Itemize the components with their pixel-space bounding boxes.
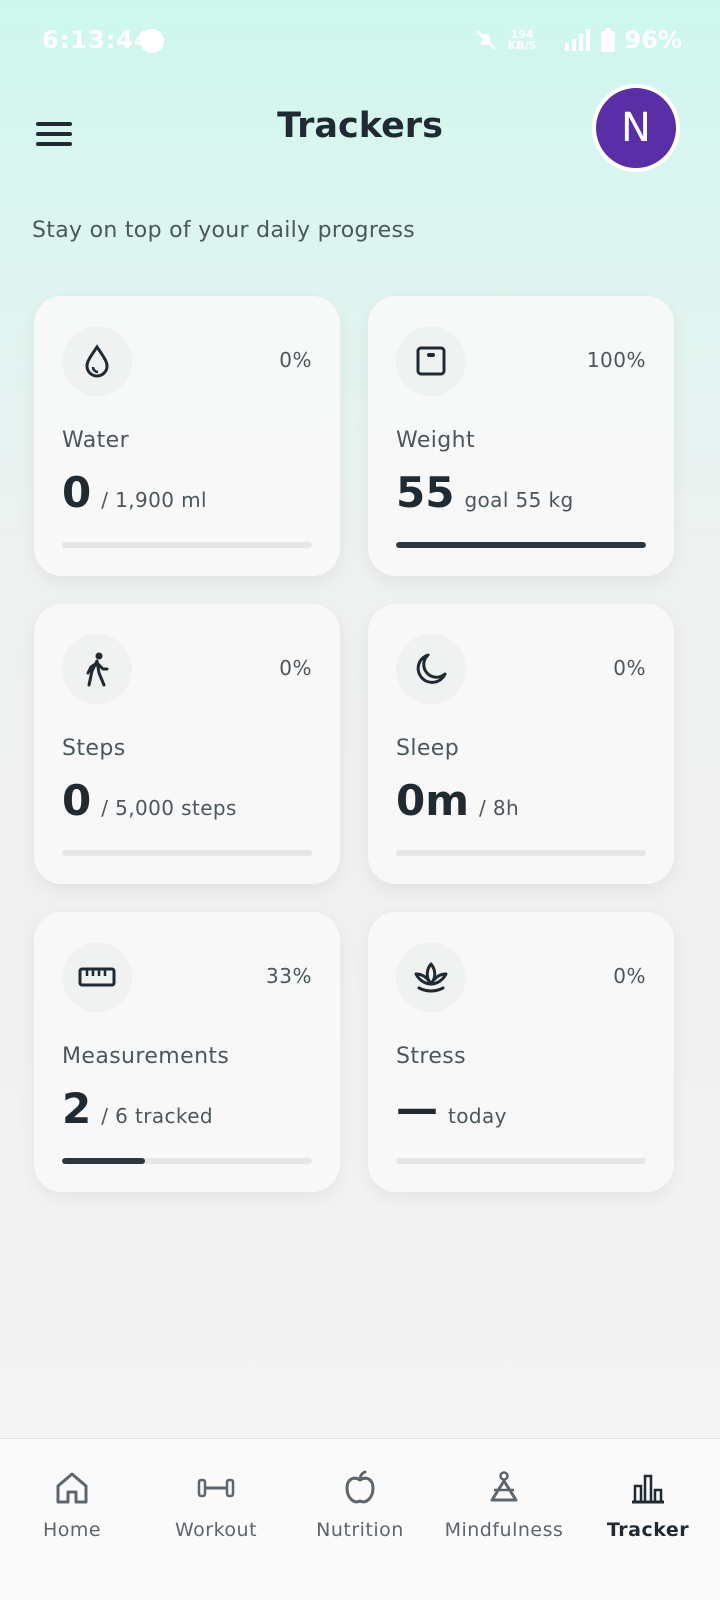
chart-icon bbox=[630, 1467, 666, 1509]
tracker-card-steps[interactable]: 0% Steps 0 / 5,000 steps bbox=[34, 604, 340, 884]
tracker-value: 2 bbox=[62, 1084, 92, 1133]
ruler-icon bbox=[62, 942, 132, 1012]
dumbbell-icon bbox=[196, 1467, 236, 1509]
progress-fill bbox=[396, 542, 646, 548]
tracker-grid: 0% Water 0 / 1,900 ml 100% Weight 55 goa… bbox=[34, 296, 686, 1192]
tracker-card-water[interactable]: 0% Water 0 / 1,900 ml bbox=[34, 296, 340, 576]
nav-label: Home bbox=[42, 1519, 102, 1541]
tracker-value-row: — today bbox=[396, 1084, 507, 1133]
tracker-label: Stress bbox=[396, 1044, 467, 1069]
tracker-value-row: 55 goal 55 kg bbox=[396, 468, 574, 517]
avatar[interactable]: N bbox=[592, 84, 680, 172]
walking-icon bbox=[62, 634, 132, 704]
tracker-label: Water bbox=[62, 428, 130, 453]
tracker-label: Weight bbox=[396, 428, 476, 453]
tracker-card-stress[interactable]: 0% Stress — today bbox=[368, 912, 674, 1192]
app-header: Trackers N bbox=[0, 84, 720, 176]
meditation-icon bbox=[486, 1467, 522, 1509]
nav-label: Mindfulness bbox=[444, 1519, 564, 1541]
moon-icon bbox=[396, 634, 466, 704]
signal-icon bbox=[564, 29, 590, 51]
lotus-icon bbox=[396, 942, 466, 1012]
mute-bell-icon bbox=[475, 30, 496, 50]
tracker-percent: 0% bbox=[279, 348, 312, 372]
tracker-value: 0m bbox=[396, 776, 469, 825]
net-speed: 194 KB/S bbox=[508, 29, 537, 51]
tracker-unit: / 8h bbox=[479, 796, 520, 820]
notification-dot-icon bbox=[140, 29, 164, 53]
tracker-value: 55 bbox=[396, 468, 455, 517]
progress-bar bbox=[62, 542, 312, 548]
progress-bar bbox=[396, 542, 646, 548]
progress-bar bbox=[62, 850, 312, 856]
tracker-value-row: 2 / 6 tracked bbox=[62, 1084, 213, 1133]
tracker-card-measurements[interactable]: 33% Measurements 2 / 6 tracked bbox=[34, 912, 340, 1192]
net-speed-unit: KB/S bbox=[507, 39, 537, 52]
status-bar: 6:13:44 194 KB/S 96% bbox=[0, 0, 720, 84]
tracker-percent: 100% bbox=[586, 348, 646, 372]
progress-fill bbox=[62, 1158, 145, 1164]
progress-bar bbox=[396, 850, 646, 856]
tracker-value-row: 0m / 8h bbox=[396, 776, 519, 825]
tracker-percent: 33% bbox=[266, 964, 312, 988]
tracker-value: — bbox=[396, 1084, 438, 1133]
scale-icon bbox=[396, 326, 466, 396]
progress-bar bbox=[396, 1158, 646, 1164]
home-icon bbox=[54, 1467, 90, 1509]
bottom-navigation: Home Workout Nutrition Mindfulness Track… bbox=[0, 1438, 720, 1600]
status-indicators: 194 KB/S 96% bbox=[474, 26, 682, 54]
tracker-label: Sleep bbox=[396, 736, 460, 761]
water-drop-icon bbox=[62, 326, 132, 396]
battery-icon bbox=[600, 28, 615, 52]
tracker-card-sleep[interactable]: 0% Sleep 0m / 8h bbox=[368, 604, 674, 884]
tracker-percent: 0% bbox=[613, 964, 646, 988]
tracker-unit: / 1,900 ml bbox=[101, 488, 207, 512]
tracker-card-weight[interactable]: 100% Weight 55 goal 55 kg bbox=[368, 296, 674, 576]
tracker-label: Measurements bbox=[62, 1044, 230, 1069]
nav-item-nutrition[interactable]: Nutrition bbox=[288, 1439, 432, 1600]
tracker-value: 0 bbox=[62, 468, 92, 517]
tracker-unit: / 6 tracked bbox=[101, 1104, 213, 1128]
tracker-unit: goal 55 kg bbox=[464, 488, 574, 512]
nav-item-tracker[interactable]: Tracker bbox=[576, 1439, 720, 1600]
tracker-unit: today bbox=[448, 1104, 507, 1128]
status-time: 6:13:44 bbox=[42, 26, 152, 54]
tracker-label: Steps bbox=[62, 736, 126, 761]
progress-bar bbox=[62, 1158, 312, 1164]
tracker-value-row: 0 / 5,000 steps bbox=[62, 776, 237, 825]
tracker-percent: 0% bbox=[279, 656, 312, 680]
tracker-value-row: 0 / 1,900 ml bbox=[62, 468, 207, 517]
apple-icon bbox=[344, 1467, 376, 1509]
nav-label: Tracker bbox=[606, 1519, 690, 1541]
nav-item-home[interactable]: Home bbox=[0, 1439, 144, 1600]
nav-item-workout[interactable]: Workout bbox=[144, 1439, 288, 1600]
tracker-value: 0 bbox=[62, 776, 92, 825]
nav-item-mindfulness[interactable]: Mindfulness bbox=[432, 1439, 576, 1600]
page-subtitle: Stay on top of your daily progress bbox=[32, 218, 416, 243]
battery-percent: 96% bbox=[624, 26, 682, 54]
nav-label: Workout bbox=[174, 1519, 258, 1541]
nav-label: Nutrition bbox=[316, 1519, 404, 1541]
tracker-percent: 0% bbox=[613, 656, 646, 680]
tracker-unit: / 5,000 steps bbox=[101, 796, 237, 820]
